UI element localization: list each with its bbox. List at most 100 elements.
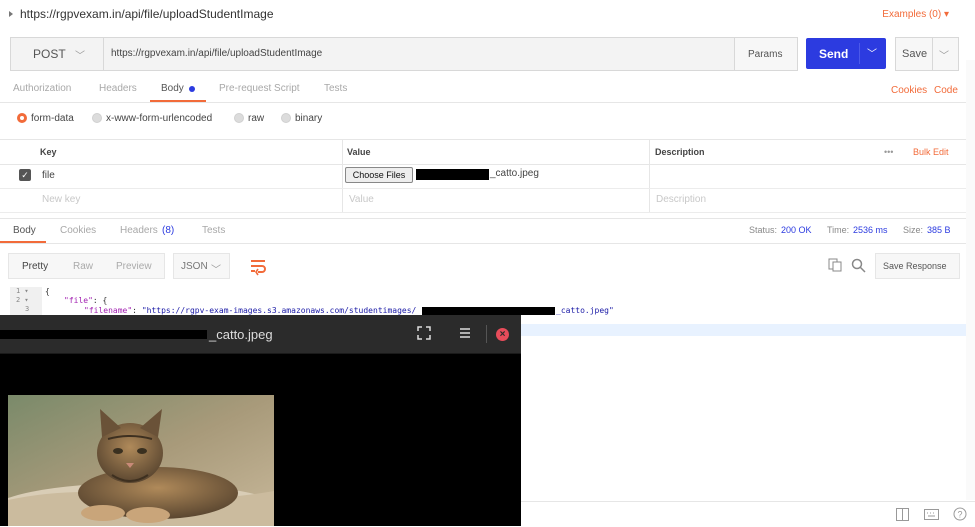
active-tab-underline <box>150 100 206 102</box>
json-punct: : <box>132 306 142 315</box>
tab-tests[interactable]: Tests <box>324 83 347 94</box>
tab-authorization[interactable]: Authorization <box>13 83 71 94</box>
headers-count-badge: (8) <box>162 225 175 236</box>
more-options-icon[interactable]: ••• <box>884 147 893 157</box>
table-header: Key Value Description ••• Bulk Edit <box>0 139 966 165</box>
table-row-new: New key Value Description <box>0 188 966 213</box>
method-select[interactable]: POST ﹀ <box>11 38 104 70</box>
bulk-edit-link[interactable]: Bulk Edit <box>913 147 949 157</box>
file-name-value: _catto.jpeg <box>490 168 539 179</box>
json-string-start: "https://rgpv-exam-images.s3.amazonaws.c… <box>141 306 417 315</box>
viewer-titlebar: _catto.jpeg × <box>0 315 521 354</box>
send-divider <box>859 43 860 64</box>
description-header: Description <box>655 147 705 157</box>
search-icon[interactable] <box>851 258 866 276</box>
two-pane-view-icon[interactable] <box>896 508 909 524</box>
close-icon[interactable]: × <box>496 328 509 341</box>
response-view-toolbar: Pretty Raw Preview JSON ﹀ <box>8 253 266 279</box>
value-header: Value <box>347 147 371 157</box>
view-mode-pretty[interactable]: Pretty <box>22 261 48 272</box>
tab-headers[interactable]: Headers <box>99 83 137 94</box>
copy-icon[interactable] <box>828 258 842 275</box>
radio-form-data[interactable] <box>17 113 27 123</box>
keyboard-icon[interactable] <box>924 509 939 523</box>
send-button[interactable]: Send ﹀ <box>806 38 886 69</box>
line-number: 1 ▾ <box>16 287 29 295</box>
body-indicator-dot <box>189 86 195 92</box>
radio-raw[interactable] <box>234 113 244 123</box>
url-input[interactable]: https://rgpvexam.in/api/file/uploadStude… <box>111 48 322 59</box>
radio-urlencoded[interactable] <box>92 113 102 123</box>
view-mode-raw[interactable]: Raw <box>73 261 93 272</box>
fullscreen-icon[interactable] <box>417 326 431 340</box>
params-label: Params <box>748 49 783 60</box>
request-url-bar: POST ﹀ https://rgpvexam.in/api/file/uplo… <box>10 37 736 71</box>
format-label: JSON <box>181 261 208 272</box>
json-key: "file" <box>64 296 93 305</box>
tab-pre-request-script[interactable]: Pre-request Script <box>219 83 300 94</box>
code-line-2: "file": { <box>64 296 107 305</box>
status-label: Status: <box>749 225 778 235</box>
params-button[interactable]: Params <box>734 37 798 71</box>
new-description-input[interactable]: Description <box>656 194 706 205</box>
request-tabs: Authorization Headers Body Pre-request S… <box>0 76 975 103</box>
row-checkbox[interactable]: ✓ <box>19 169 31 181</box>
time-value: 2536 ms <box>853 225 888 235</box>
form-data-table: Key Value Description ••• Bulk Edit ✓ fi… <box>0 139 966 213</box>
request-name-bar: https://rgpvexam.in/api/file/uploadStude… <box>0 0 975 30</box>
code-link[interactable]: Code <box>934 85 958 96</box>
chevron-down-icon: ﹀ <box>211 265 221 276</box>
examples-dropdown[interactable]: Examples (0) ▾ <box>882 9 949 20</box>
new-value-input[interactable]: Value <box>349 194 374 205</box>
status-bar: ? <box>521 501 975 527</box>
help-icon[interactable]: ? <box>953 507 967 524</box>
tab-response-tests[interactable]: Tests <box>202 225 225 236</box>
chevron-down-icon[interactable]: ﹀ <box>867 45 877 60</box>
urlencoded-label: x-www-form-urlencoded <box>106 113 213 124</box>
json-string-end: _catto.jpeg" <box>556 306 614 315</box>
choose-files-button[interactable]: Choose Files <box>345 167 413 183</box>
image-viewer-window: _catto.jpeg × <box>0 315 521 526</box>
cookies-link[interactable]: Cookies <box>891 85 927 96</box>
expand-caret-icon[interactable] <box>9 11 13 17</box>
method-label: POST <box>33 47 66 61</box>
save-response-button[interactable]: Save Response <box>875 253 960 279</box>
binary-label: binary <box>295 113 323 124</box>
response-tools: Save Response <box>822 253 962 279</box>
status-value: 200 OK <box>781 225 812 235</box>
json-punct: : { <box>92 296 108 305</box>
tab-body[interactable]: Body <box>161 83 184 94</box>
hamburger-menu-icon[interactable] <box>458 326 472 340</box>
size-value: 385 B <box>927 225 951 235</box>
redacted-block <box>422 307 555 315</box>
line-number: 2 ▾ <box>16 296 29 304</box>
chevron-down-icon: ﹀ <box>75 51 85 62</box>
scrollbar[interactable] <box>966 60 975 500</box>
save-button[interactable]: Save ﹀ <box>895 37 959 71</box>
save-response-label: Save Response <box>883 261 947 271</box>
json-key: "filename" <box>84 306 133 315</box>
code-line-1: { <box>45 287 50 296</box>
save-divider <box>932 38 933 70</box>
tab-response-body[interactable]: Body <box>13 225 36 236</box>
chevron-down-icon[interactable]: ﹀ <box>939 47 949 62</box>
tab-response-headers[interactable]: Headers <box>120 225 158 236</box>
radio-binary[interactable] <box>281 113 291 123</box>
body-type-radios: form-data x-www-form-urlencoded raw bina… <box>0 109 975 133</box>
time-label: Time: <box>827 225 850 235</box>
response-tabs: Body Cookies Headers (8) Tests Status: 2… <box>0 218 975 244</box>
svg-text:?: ? <box>957 510 962 520</box>
new-key-input[interactable]: New key <box>42 194 80 205</box>
form-data-label: form-data <box>31 113 74 124</box>
raw-label: raw <box>248 113 265 124</box>
key-cell[interactable]: file <box>42 170 55 181</box>
tab-response-cookies[interactable]: Cookies <box>60 225 96 236</box>
size-label: Size: <box>903 225 924 235</box>
wrap-lines-icon[interactable] <box>248 256 268 276</box>
view-mode-preview[interactable]: Preview <box>116 261 152 272</box>
cat-photo <box>8 395 274 526</box>
format-select[interactable]: JSON ﹀ <box>173 253 230 279</box>
code-line-3: "filename": "https://rgpv-exam-images.s3… <box>84 306 416 315</box>
redacted-block <box>0 330 207 339</box>
redacted-block <box>416 169 489 180</box>
